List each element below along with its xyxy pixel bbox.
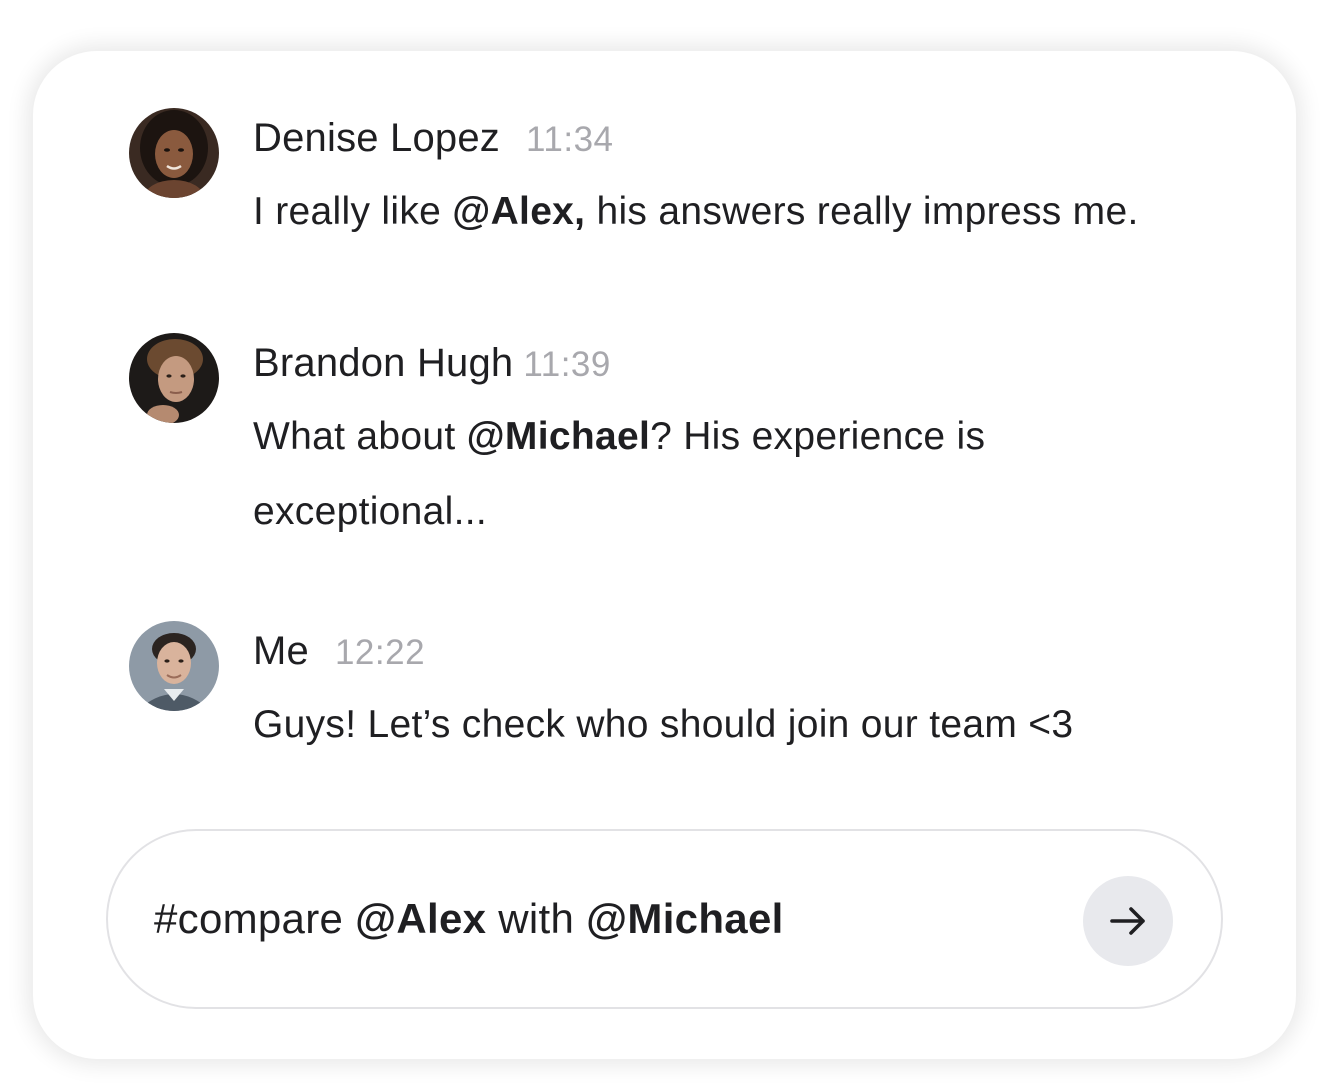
mention: @Michael [586,895,784,942]
message-composer[interactable]: #compare @Alex with @Michael [106,829,1223,1009]
composer-input[interactable]: #compare @Alex with @Michael [154,831,784,1007]
message-text-part: exceptional... [253,490,488,533]
composer-connector: with [486,895,587,942]
arrow-right-icon [1110,907,1145,935]
message-text-part: his answers really impress me. [585,190,1139,233]
message-time: 11:39 [523,345,611,384]
avatar-me-image [129,621,219,711]
avatar[interactable] [129,621,219,711]
message-text: Guys! Let’s check who should join our te… [253,703,1074,746]
avatar[interactable] [129,333,219,423]
hashtag: #compare [154,895,344,942]
send-button[interactable] [1083,876,1173,966]
message-text-part: I really like [253,190,453,233]
mention[interactable]: @Alex, [452,190,585,233]
message-text: I really like @Alex, his answers really … [253,174,1273,249]
message-text: What about @Michael? His experience is ex… [253,399,1273,549]
author-name: Me [253,629,309,673]
author-name: Denise Lopez [253,116,501,160]
message-time: 12:22 [334,633,426,672]
author-name: Brandon Hugh [253,341,514,385]
mention[interactable]: @Michael [467,415,650,458]
avatar-brandon-image [129,333,219,423]
mention: @Alex [355,895,487,942]
avatar[interactable] [129,108,219,198]
message-time: 11:34 [526,120,614,159]
message-text-part: ? His experience is [650,415,986,458]
message-text-part: What about [253,415,467,458]
avatar-denise-image [129,108,219,198]
chat-card: Denise Lopez 11:34 I really like @Alex, … [33,51,1296,1059]
